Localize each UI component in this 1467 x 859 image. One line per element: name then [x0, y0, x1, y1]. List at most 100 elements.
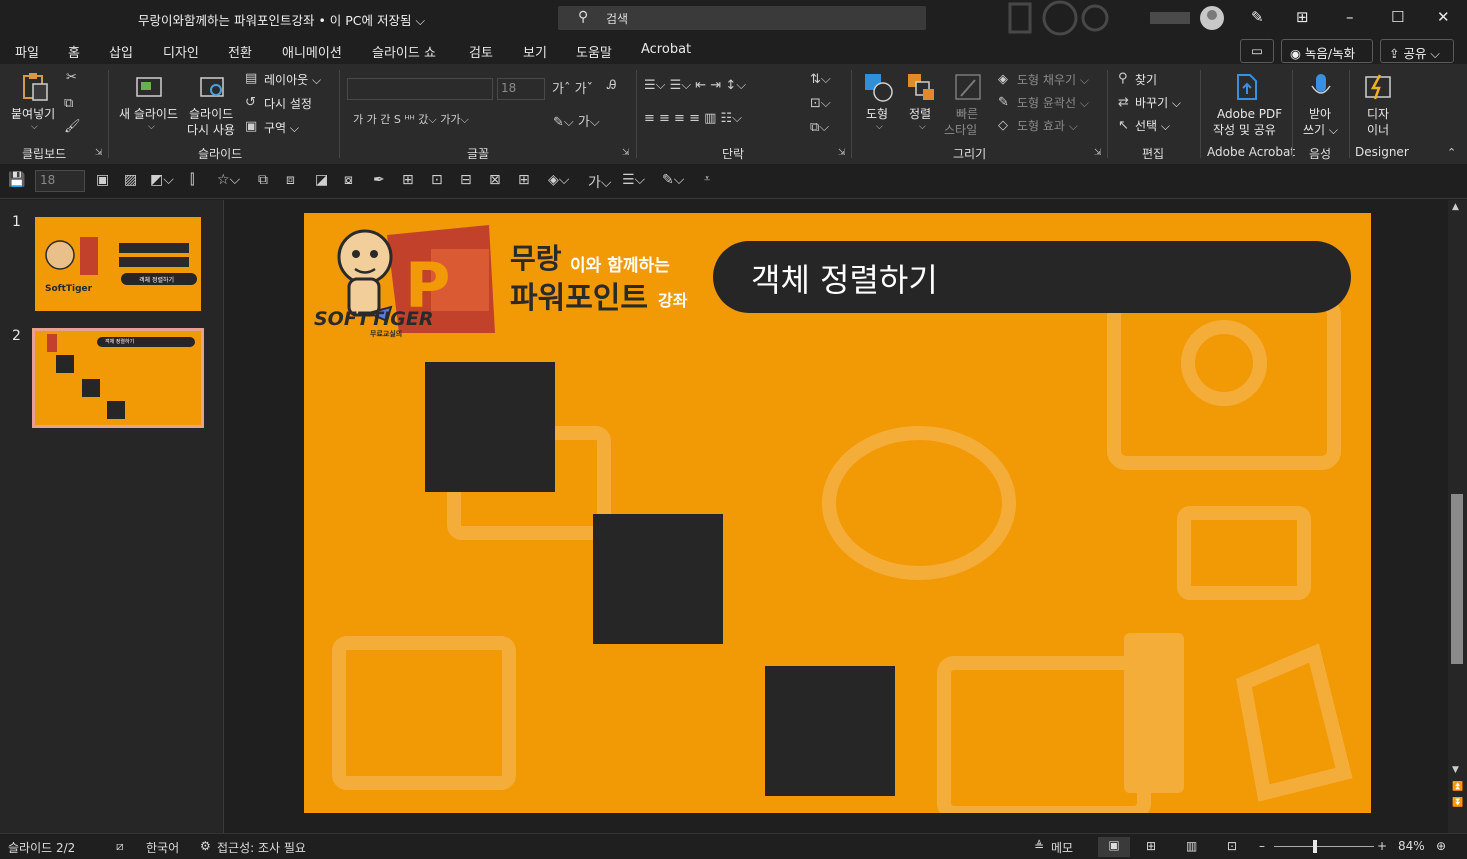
chevron-down-icon[interactable]: ⌵ [31, 122, 38, 132]
send-backward-icon[interactable]: ◪ [315, 172, 328, 188]
align-objects-icon[interactable]: ⫿ [190, 172, 194, 188]
grid-icon[interactable]: ⊞ [402, 172, 414, 188]
vertical-scrollbar[interactable]: ▲ ▼ ⏫ ⏬ [1448, 200, 1467, 833]
language[interactable]: 한국어 [146, 839, 179, 856]
distribute-v-icon[interactable]: ⊠ [489, 172, 501, 188]
section-icon[interactable]: ▣ [245, 119, 257, 134]
designer-label-1[interactable]: 디자 [1367, 106, 1389, 122]
normal-view-icon[interactable]: ▣ [1098, 837, 1130, 857]
new-slide-icon[interactable] [134, 72, 164, 102]
tab-help[interactable]: 도움말 [576, 42, 612, 61]
tab-slideshow[interactable]: 슬라이드 쇼 [372, 42, 436, 61]
distribute-h-icon[interactable]: ⊟ [460, 172, 472, 188]
align-icons[interactable]: ≡ ≡ ≡ ≡ ▥ ☷⌵ [644, 111, 742, 126]
tab-review[interactable]: 검토 [469, 42, 493, 61]
share-button[interactable]: ⇪ 공유 ⌵ [1380, 39, 1454, 63]
square-shape-3[interactable] [765, 666, 895, 796]
font-format-icons[interactable]: 가 가 간 S ᴴᴴ 갔⌵ 가가⌵ [353, 111, 469, 127]
tab-home[interactable]: 홈 [66, 42, 82, 66]
table-icon[interactable]: ⊞ [518, 172, 530, 188]
replace-button[interactable]: 바꾸기 ⌵ [1135, 95, 1181, 111]
smartart-icon[interactable]: ⧉⌵ [810, 120, 829, 135]
tab-view[interactable]: 보기 [523, 42, 547, 61]
text-direction-icon[interactable]: ⇅⌵ [810, 72, 831, 87]
save-icon[interactable]: 💾 [8, 172, 25, 188]
pen-icon[interactable]: ✎ [1251, 8, 1264, 26]
designer-label-2[interactable]: 이너 [1367, 122, 1389, 138]
chevron-down-icon[interactable]: ⌵ [876, 122, 883, 132]
quick-styles-icon[interactable] [953, 72, 983, 102]
slide-canvas[interactable]: P SOFTTIGER 무료교실의 무랑 이와 함께하는 파워포인트 강좌 객체… [304, 213, 1371, 813]
slide-thumbnail-2[interactable]: 객체 정렬하기 [32, 328, 204, 428]
slide-title-pill[interactable]: 객체 정렬하기 [713, 241, 1351, 313]
format-painter-icon[interactable]: 🖌 [64, 119, 81, 134]
notes-button[interactable]: 메모 [1051, 839, 1073, 856]
ribbon-display-icon[interactable]: ⊞ [1296, 8, 1309, 26]
reset-button[interactable]: 다시 설정 [264, 96, 312, 112]
effects-icon[interactable]: ◇ [998, 118, 1008, 133]
zoom-level[interactable]: 84% [1398, 839, 1425, 853]
minimize-icon[interactable]: – [1346, 8, 1354, 26]
paste-icon[interactable] [20, 72, 50, 102]
accessibility-status[interactable]: 접근성: 조사 필요 [217, 839, 306, 856]
align-text-icon[interactable]: ⊡⌵ [810, 96, 831, 111]
reuse-slides-icon[interactable] [198, 72, 228, 102]
select-button[interactable]: 선택 ⌵ [1135, 118, 1170, 134]
customize-qat-icon[interactable]: ⩡ [704, 172, 710, 186]
clear-format-icon[interactable]: Ꭿ [607, 78, 616, 93]
fill-color-icon[interactable]: ◈⌵ [548, 172, 569, 188]
tab-design[interactable]: 디자인 [163, 42, 199, 61]
spellcheck-icon[interactable]: ⧄ [116, 839, 124, 854]
search-box[interactable]: ⚲ 검색 [558, 6, 926, 30]
launcher-icon[interactable]: ⇲ [622, 148, 630, 158]
reset-icon[interactable]: ↺ [245, 95, 256, 110]
account-name[interactable] [1150, 12, 1190, 24]
arrange-label[interactable]: 정렬 [909, 106, 931, 122]
tab-acrobat[interactable]: Acrobat [641, 42, 691, 57]
chevron-down-icon[interactable]: ⌵ [148, 122, 155, 132]
square-shape-1[interactable] [425, 362, 555, 492]
scroll-down-icon[interactable]: ▼ [1452, 765, 1459, 775]
collapse-ribbon-icon[interactable]: ⌃ [1447, 146, 1456, 159]
paste-label[interactable]: 붙여넣기 [11, 106, 55, 122]
adobe-pdf-label-1[interactable]: Adobe PDF [1217, 106, 1282, 122]
zoom-in-icon[interactable]: + [1377, 839, 1387, 853]
bullets-icon[interactable]: ☰⌵ ☰⌵ ⇤ ⇥ ↕⌵ [644, 78, 746, 93]
launcher-icon[interactable]: ⇲ [1094, 148, 1102, 158]
section-button[interactable]: 구역 ⌵ [264, 120, 299, 136]
highlight-icon[interactable]: ✎⌵ 가⌵ [553, 111, 600, 130]
order-icon[interactable]: ⧇ [344, 172, 353, 188]
shape-effects-button[interactable]: 도형 효과 ⌵ [1017, 118, 1078, 134]
shapes-icon[interactable] [863, 72, 893, 102]
previous-slide-icon[interactable]: ⏫ [1452, 782, 1463, 792]
close-icon[interactable]: ✕ [1437, 8, 1450, 26]
launcher-icon[interactable]: ⇲ [838, 148, 846, 158]
group-icon[interactable]: ⧉ [258, 172, 268, 188]
font-size-input[interactable]: 18 [497, 78, 545, 100]
fill-icon[interactable]: ◈ [998, 72, 1008, 87]
tab-animations[interactable]: 애니메이션 [282, 42, 342, 61]
find-icon[interactable]: ⚲ [1118, 71, 1128, 86]
slide-thumbnail-1[interactable]: SoftTiger 객체 정렬하기 [35, 217, 201, 311]
slide-title[interactable]: 객체 정렬하기 [751, 255, 938, 301]
fit-slide-icon[interactable]: ⊕ [1436, 839, 1446, 853]
cut-icon[interactable]: ✂ [66, 70, 77, 85]
slideshow-icon[interactable]: ⊡ [1227, 839, 1237, 853]
new-slide-label[interactable]: 새 슬라이드 [119, 106, 178, 122]
zoom-out-icon[interactable]: – [1259, 839, 1265, 853]
tab-insert[interactable]: 삽입 [109, 42, 133, 61]
adobe-pdf-label-2[interactable]: 작성 및 공유 [1213, 122, 1276, 138]
zoom-slider-track[interactable] [1274, 846, 1374, 847]
edit-shape-icon[interactable]: ▨ [124, 172, 137, 188]
next-slide-icon[interactable]: ⏬ [1452, 798, 1463, 808]
layout-icon[interactable]: ▤ [245, 71, 257, 86]
record-button[interactable]: ◉ 녹음/녹화 [1281, 39, 1373, 63]
adobe-pdf-icon[interactable] [1232, 72, 1262, 102]
notes-icon[interactable]: ≜ [1034, 839, 1044, 853]
quick-styles-label-1[interactable]: 빠른 [956, 106, 978, 122]
layout-button[interactable]: 레이아웃 ⌵ [264, 72, 321, 88]
font-color-icon[interactable]: 가⌵ [588, 172, 612, 192]
slide-sorter-icon[interactable]: ⊞ [1146, 839, 1156, 853]
chevron-down-icon[interactable]: ⌵ [919, 122, 926, 132]
bring-forward-icon[interactable]: ⧈ [286, 172, 295, 188]
